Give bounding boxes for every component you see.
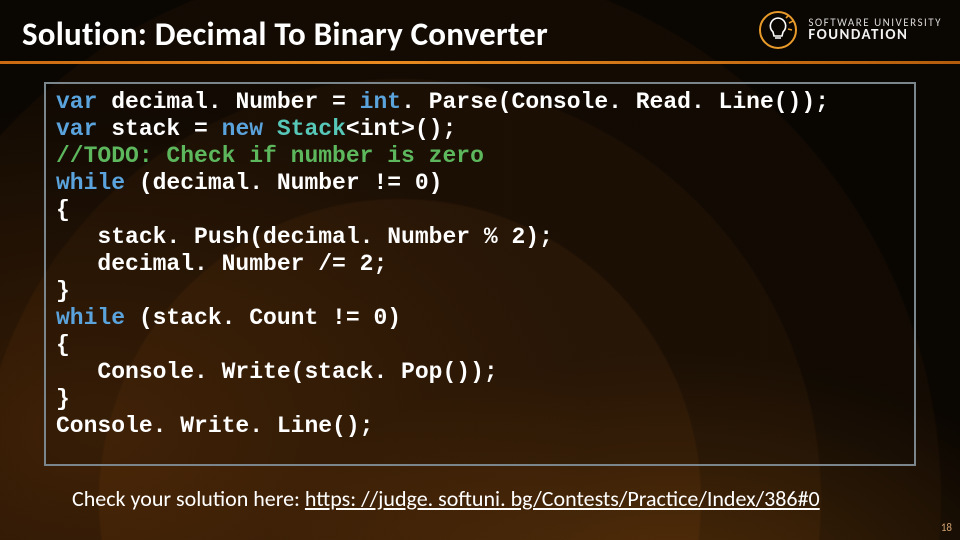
code-text: decimal. Number /= 2; — [56, 251, 387, 277]
brand-text: SOFTWARE UNIVERSITY FOUNDATION — [808, 17, 942, 43]
code-text: (stack. Count != 0) — [125, 305, 401, 331]
kw-while: while — [56, 170, 125, 196]
type-stack: Stack — [277, 116, 346, 142]
code-text: . Parse(Console. Read. Line()); — [401, 89, 829, 115]
code-text: stack. Push(decimal. Number % 2); — [56, 224, 553, 250]
check-solution-line: Check your solution here: https: //judge… — [72, 485, 820, 512]
code-block: var decimal. Number = int. Parse(Console… — [44, 82, 916, 466]
code-text — [263, 116, 277, 142]
lightbulb-gear-icon — [758, 10, 798, 50]
code-brace: } — [56, 386, 70, 412]
code-text: Console. Write(stack. Pop()); — [56, 359, 498, 385]
page-number: 18 — [941, 521, 952, 534]
code-text: stack = — [97, 116, 221, 142]
kw-int: int — [360, 89, 401, 115]
check-prefix: Check your solution here: — [72, 485, 305, 512]
brand-logo: SOFTWARE UNIVERSITY FOUNDATION — [758, 10, 942, 50]
code-text: <int>(); — [346, 116, 456, 142]
code-text: decimal. Number = — [97, 89, 359, 115]
slide: Solution: Decimal To Binary Converter SO… — [0, 0, 960, 540]
code-brace: } — [56, 278, 70, 304]
judge-link[interactable]: https: //judge. softuni. bg/Contests/Pra… — [305, 485, 820, 512]
code-text: (decimal. Number != 0) — [125, 170, 442, 196]
kw-while: while — [56, 305, 125, 331]
page-title: Solution: Decimal To Binary Converter — [22, 14, 548, 54]
title-underline — [0, 61, 960, 64]
code-brace: { — [56, 332, 70, 358]
kw-new: new — [222, 116, 263, 142]
code-comment: //TODO: Check if number is zero — [56, 143, 484, 169]
kw-var: var — [56, 116, 97, 142]
code-brace: { — [56, 197, 70, 223]
brand-line-2: FOUNDATION — [808, 28, 942, 43]
code-text: Console. Write. Line(); — [56, 413, 373, 439]
kw-var: var — [56, 89, 97, 115]
